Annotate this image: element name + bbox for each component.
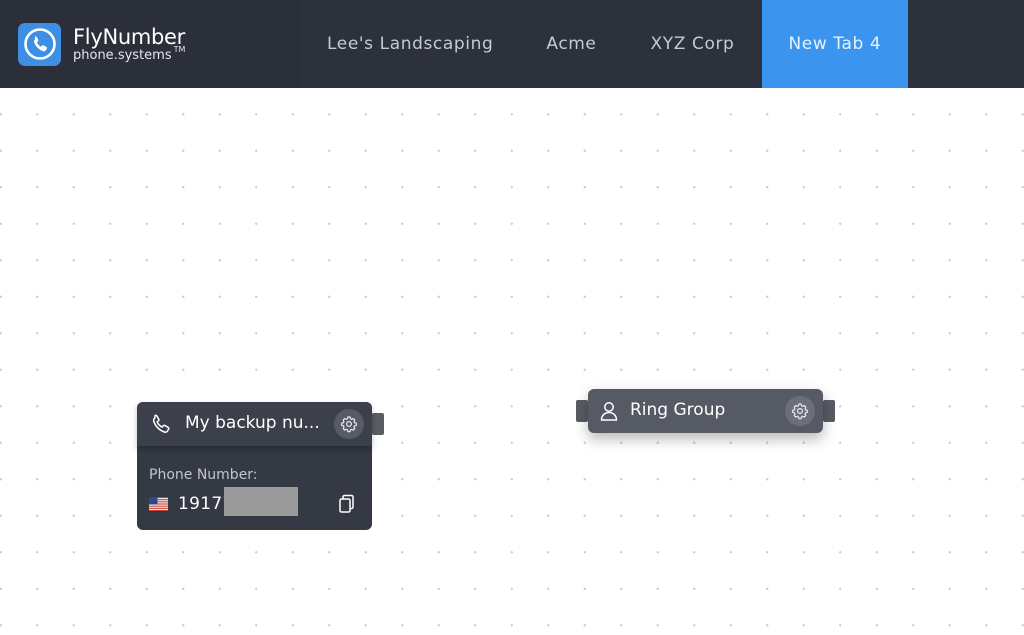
node-settings-button[interactable] bbox=[785, 396, 815, 426]
top-bar: FlyNumber phone.systems TM Lee's Landscap… bbox=[0, 0, 1024, 88]
phone-number-label: Phone Number: bbox=[149, 467, 258, 483]
brand-name: FlyNumber bbox=[73, 25, 186, 49]
logo bbox=[18, 22, 61, 66]
tab-acme[interactable]: Acme bbox=[520, 0, 622, 88]
brand-sub-text: phone.systems bbox=[73, 48, 172, 63]
node-title: My backup nu... bbox=[185, 413, 320, 433]
tab-xyz-corp[interactable]: XYZ Corp bbox=[623, 0, 763, 88]
ring-group-node[interactable]: Ring Group bbox=[588, 389, 823, 433]
tab-new-tab-4[interactable]: New Tab 4 bbox=[762, 0, 909, 88]
node-settings-button[interactable] bbox=[334, 409, 364, 439]
us-flag-icon bbox=[149, 497, 168, 511]
user-icon bbox=[598, 400, 620, 422]
header-empty-area bbox=[908, 0, 1024, 88]
tab-bar: Lee's Landscaping Acme XYZ Corp New Tab … bbox=[300, 0, 909, 88]
node-output-port[interactable] bbox=[372, 413, 384, 435]
node-input-port[interactable] bbox=[576, 400, 588, 422]
redacted-area bbox=[224, 487, 298, 516]
tab-lees-landscaping[interactable]: Lee's Landscaping bbox=[300, 0, 520, 88]
brand-tagline: phone.systems TM bbox=[73, 45, 185, 63]
gear-icon bbox=[792, 403, 808, 420]
phone-icon bbox=[23, 28, 56, 60]
node-title: Ring Group bbox=[630, 400, 726, 420]
phone-icon bbox=[150, 413, 172, 435]
trademark: TM bbox=[173, 45, 186, 54]
gear-icon bbox=[341, 416, 357, 433]
node-header[interactable]: My backup nu... bbox=[137, 402, 372, 446]
node-output-port[interactable] bbox=[823, 400, 835, 422]
brand[interactable]: FlyNumber phone.systems TM bbox=[0, 0, 300, 88]
flow-canvas[interactable] bbox=[0, 88, 1024, 635]
copy-icon[interactable] bbox=[337, 494, 355, 514]
